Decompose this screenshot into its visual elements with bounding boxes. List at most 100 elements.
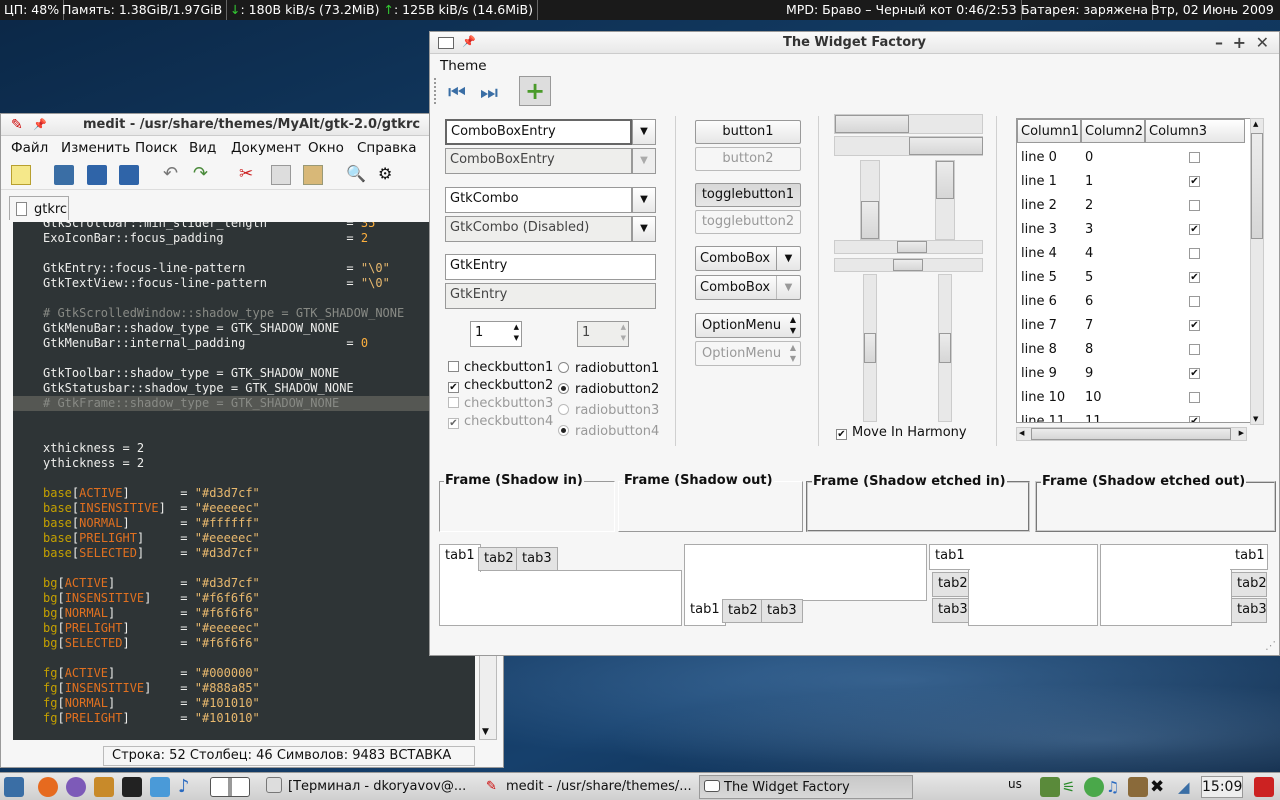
scroll-down-icon[interactable]: ▼ (482, 727, 489, 737)
tree-row[interactable]: line 1 1 ✔ (1017, 171, 1251, 195)
tree-cell-checkbox[interactable] (1189, 152, 1200, 163)
signal-icon[interactable]: ◢ (1178, 777, 1198, 797)
hscale-1[interactable] (834, 114, 983, 134)
tree-cell-checkbox[interactable]: ✔ (1189, 320, 1200, 331)
new-file-icon[interactable] (11, 165, 31, 185)
start-menu-icon[interactable] (4, 777, 24, 797)
wf-titlebar[interactable]: 📌 The Widget Factory – + ✕ (430, 32, 1279, 54)
pin-icon[interactable]: 📌 (33, 118, 47, 131)
notebook-top-tab3[interactable]: tab3 (516, 547, 558, 571)
move-in-harmony-check[interactable]: ✔ Move In Harmony (836, 425, 967, 440)
notebook-right-tab2[interactable]: tab2 (1231, 572, 1267, 597)
tree-view[interactable]: Column1 Column2 Column3 line 0 0 line 1 1 ✔ l… (1016, 118, 1252, 423)
tab-gtkrc[interactable]: gtkrc (9, 196, 69, 220)
tree-cell-checkbox[interactable] (1189, 392, 1200, 403)
vscale-1[interactable] (860, 160, 880, 240)
tree-cell-checkbox[interactable] (1189, 296, 1200, 307)
vscale-2[interactable] (935, 160, 955, 240)
togglebutton-1[interactable]: togglebutton1 (695, 183, 801, 207)
replace-icon[interactable]: ⚙ (378, 165, 398, 185)
notebook-top-tab2[interactable]: tab2 (478, 547, 520, 571)
menu-search[interactable]: Поиск (135, 140, 178, 156)
tree-cell-checkbox[interactable] (1189, 344, 1200, 355)
tree-row[interactable]: line 6 6 (1017, 291, 1251, 315)
go-first-icon[interactable]: ⏮ (448, 82, 466, 102)
undo-icon[interactable]: ↶ (163, 165, 183, 185)
radio-2-dot[interactable] (558, 383, 569, 394)
menu-view[interactable]: Вид (189, 140, 216, 156)
spin-button-1[interactable]: 1 ▲ ▼ (470, 321, 522, 347)
combobox-1-arrow-icon[interactable]: ▼ (776, 247, 800, 270)
menu-document[interactable]: Документ (231, 140, 301, 156)
hscale-2[interactable] (834, 136, 983, 156)
notebook-left-tab2[interactable]: tab2 (932, 572, 969, 597)
maximize-icon[interactable]: + (1233, 33, 1246, 52)
resize-grip-icon[interactable]: ⋰ (1265, 639, 1276, 652)
tree-cell-checkbox[interactable]: ✔ (1189, 224, 1200, 235)
tree-row[interactable]: line 0 0 (1017, 147, 1251, 171)
hscrollbar-2[interactable] (834, 258, 983, 272)
vscrollbar-1[interactable] (863, 274, 877, 422)
mpd-status[interactable]: MPD: Браво – Черный кот 0:46/2:53 (782, 0, 1022, 20)
terminal-icon[interactable] (122, 777, 142, 797)
open-icon[interactable] (54, 165, 74, 185)
tree-cell-checkbox[interactable]: ✔ (1189, 368, 1200, 379)
column-header-2[interactable]: Column2 (1081, 119, 1145, 143)
radiobutton-2[interactable]: radiobutton2 (558, 382, 659, 397)
hscale-1-slider[interactable] (835, 115, 909, 133)
gtkcombo-input[interactable]: GtkCombo (445, 187, 632, 213)
scroll-right-icon[interactable]: ▶ (1239, 429, 1244, 437)
copy-icon[interactable] (271, 165, 291, 185)
move-in-harmony-box[interactable]: ✔ (836, 429, 847, 440)
clock[interactable]: 15:09 (1201, 776, 1243, 798)
tree-row[interactable]: line 3 3 ✔ (1017, 219, 1251, 243)
music-icon[interactable]: ♪ (178, 777, 198, 797)
audio-icon[interactable]: ♫ (1106, 777, 1126, 797)
spin-1-arrows-icon[interactable]: ▲ ▼ (514, 322, 519, 344)
tree-hscrollbar-thumb[interactable] (1031, 428, 1231, 440)
checkbutton-1[interactable]: checkbutton1 (448, 360, 553, 375)
tray-icon-5[interactable] (1128, 777, 1148, 797)
tree-row[interactable]: line 7 7 ✔ (1017, 315, 1251, 339)
checkbutton-2[interactable]: ✔ checkbutton2 (448, 378, 553, 393)
vscrollbar-2[interactable] (938, 274, 952, 422)
go-last-icon[interactable]: ⏭ (480, 82, 498, 102)
cut-icon[interactable]: ✂ (239, 165, 259, 185)
tree-row[interactable]: line 10 10 (1017, 387, 1251, 411)
save-icon[interactable] (87, 165, 107, 185)
gtk-entry[interactable]: GtkEntry (445, 254, 656, 280)
redo-icon[interactable]: ↷ (193, 165, 213, 185)
menu-file[interactable]: Файл (11, 140, 48, 156)
package-icon[interactable] (150, 777, 170, 797)
combobox-entry-input[interactable]: ComboBoxEntry (445, 119, 632, 145)
task-terminal[interactable]: [Терминал - dkoryavov@... (264, 775, 474, 799)
tree-cell-checkbox[interactable] (1189, 248, 1200, 259)
combobox-1[interactable]: ComboBox ▼ (695, 246, 801, 271)
menu-window[interactable]: Окно (308, 140, 344, 156)
code-editor[interactable]: GtkScrollbar::min_slider_length = 35 ExoI… (13, 222, 475, 740)
tree-vscrollbar-thumb[interactable] (1251, 133, 1263, 239)
notebook-right-tab3[interactable]: tab3 (1231, 598, 1267, 623)
hscrollbar-2-thumb[interactable] (893, 259, 923, 271)
notebook-left-tab3[interactable]: tab3 (932, 598, 969, 623)
tree-cell-checkbox[interactable]: ✔ (1189, 176, 1200, 187)
file-manager-icon[interactable] (94, 777, 114, 797)
scroll-left-icon[interactable]: ◀ (1019, 429, 1024, 437)
checkbox-1-box[interactable] (448, 361, 459, 372)
save-as-icon[interactable] (119, 165, 139, 185)
toolbar-handle[interactable] (434, 78, 440, 104)
notebook-top-tab1[interactable]: tab1 (439, 544, 481, 572)
button-1[interactable]: button1 (695, 120, 801, 144)
tray-icon-1[interactable] (1040, 777, 1060, 797)
notebook-bottom-tab2[interactable]: tab2 (722, 599, 764, 623)
scroll-down-icon[interactable]: ▼ (1253, 415, 1258, 423)
tree-row[interactable]: line 9 9 ✔ (1017, 363, 1251, 387)
tree-vscrollbar[interactable]: ▲ ▼ (1250, 118, 1264, 425)
vscrollbar-2-thumb[interactable] (939, 333, 951, 363)
tree-cell-checkbox[interactable] (1189, 200, 1200, 211)
tree-row[interactable]: line 5 5 ✔ (1017, 267, 1251, 291)
close-icon[interactable]: ✕ (1256, 33, 1269, 52)
gtkcombo-dropdown[interactable]: ▼ (632, 187, 656, 213)
scroll-up-icon[interactable]: ▲ (1253, 120, 1258, 128)
menu-edit[interactable]: Изменить (61, 140, 130, 156)
